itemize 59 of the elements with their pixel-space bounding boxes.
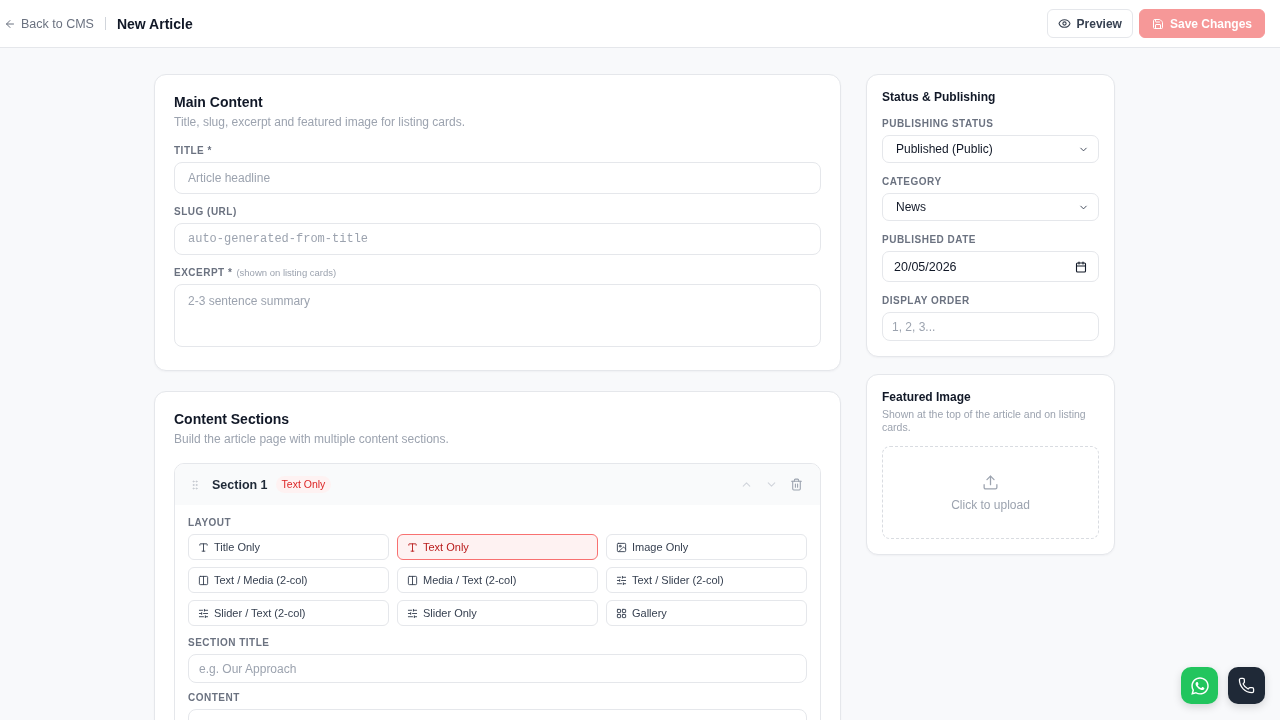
- letter-t-icon: [407, 541, 418, 553]
- field-hint: (shown on listing cards): [236, 267, 337, 279]
- select-field[interactable]: News: [882, 193, 1099, 221]
- sliders-icon: [616, 574, 627, 586]
- back-link[interactable]: Back to CMS: [4, 16, 94, 31]
- field-label: CATEGORY: [882, 176, 942, 188]
- grid-icon: [616, 607, 627, 619]
- layout-option[interactable]: Gallery: [606, 600, 807, 626]
- layout-option[interactable]: Text Only: [397, 534, 598, 560]
- phone-icon: [1238, 677, 1255, 694]
- layout-option[interactable]: Title Only: [188, 534, 389, 560]
- card-title: Content Sections: [174, 410, 291, 429]
- page-title: New Article: [116, 15, 193, 32]
- layout-option[interactable]: Slider / Text (2-col): [188, 600, 389, 626]
- field-label: DISPLAY ORDER: [882, 295, 970, 307]
- field-label: TITLE *: [174, 145, 212, 157]
- input-field[interactable]: e.g. Our Approach: [188, 654, 807, 683]
- field-label: PUBLISHING STATUS: [882, 118, 994, 130]
- select-field[interactable]: Published (Public): [882, 135, 1099, 163]
- chat-bubble-icon: [1189, 675, 1210, 696]
- layout-option[interactable]: Text / Slider (2-col): [606, 567, 807, 593]
- input-field[interactable]: auto-generated-from-title: [174, 223, 821, 255]
- field-label: SLUG (URL): [174, 206, 237, 218]
- section-title: Section 1: [212, 477, 268, 492]
- input-field[interactable]: Article headline: [174, 162, 821, 194]
- image-icon: [616, 541, 627, 553]
- columns-icon: [198, 574, 209, 586]
- layout-option[interactable]: Image Only: [606, 534, 807, 560]
- date-field[interactable]: 20/05/2026: [882, 251, 1099, 282]
- card-title: Featured Image: [882, 389, 972, 405]
- sliders-icon: [198, 607, 209, 619]
- whatsapp-button[interactable]: [1181, 667, 1218, 704]
- card-description: Build the article page with multiple content sections.: [174, 431, 450, 447]
- calendar-icon: [1075, 260, 1087, 273]
- textarea-field[interactable]: 2-3 sentence summary: [174, 284, 821, 347]
- preview-button[interactable]: Preview: [1046, 9, 1133, 38]
- layout-option[interactable]: Slider Only: [397, 600, 598, 626]
- field-label: PUBLISHED DATE: [882, 234, 977, 246]
- card-title: Status & Publishing: [882, 89, 997, 105]
- card-description: Shown at the top of the article and on listing cards.: [882, 408, 1087, 434]
- card-title: Main Content: [174, 93, 264, 112]
- letter-t-icon: [198, 541, 209, 553]
- field-label: LAYOUT: [188, 517, 232, 529]
- arrow-left-icon: [4, 17, 16, 30]
- trash-icon[interactable]: [790, 478, 803, 491]
- upload-icon: [982, 473, 999, 491]
- field-label: SECTION TITLE: [188, 637, 270, 649]
- field-label: CONTENT: [188, 692, 240, 704]
- card-description: Title, slug, excerpt and featured image for listing cards.: [174, 114, 467, 130]
- layout-badge: Text Only: [275, 476, 332, 493]
- eye-icon: [1057, 17, 1071, 30]
- columns-icon: [407, 574, 418, 586]
- field-label: EXCERPT *: [174, 267, 233, 279]
- input-field[interactable]: 1, 2, 3...: [882, 312, 1099, 341]
- drag-handle-icon[interactable]: [189, 478, 201, 491]
- layout-option[interactable]: Text / Media (2-col): [188, 567, 389, 593]
- sliders-icon: [407, 607, 418, 619]
- phone-button[interactable]: [1228, 667, 1265, 704]
- layout-option[interactable]: Media / Text (2-col): [397, 567, 598, 593]
